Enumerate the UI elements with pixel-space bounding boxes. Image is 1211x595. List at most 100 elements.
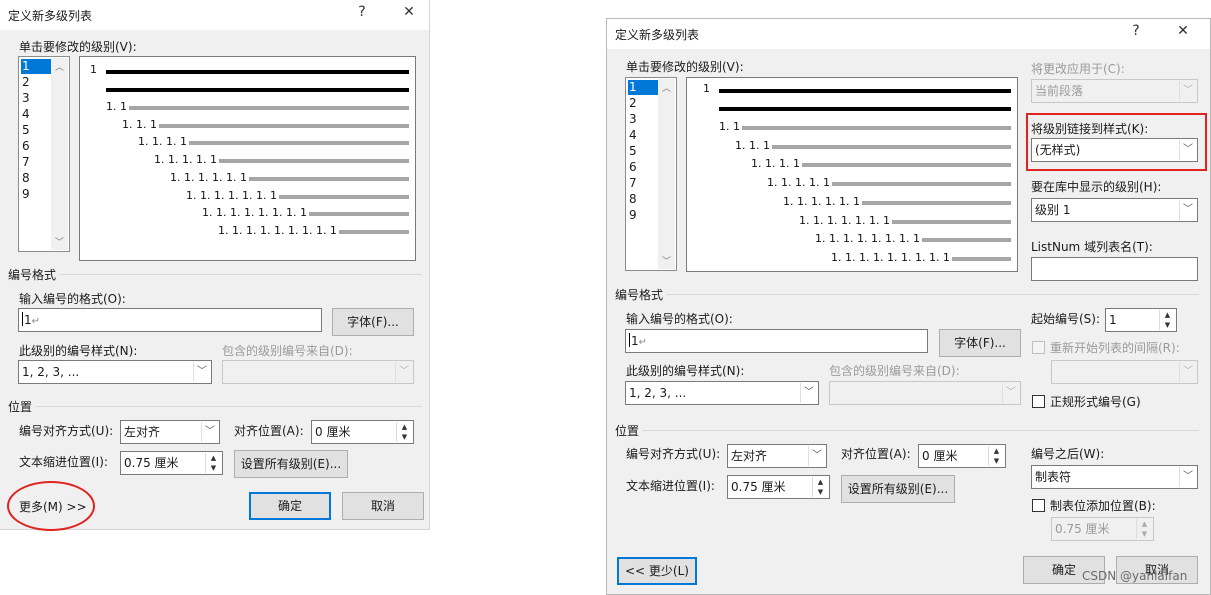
preview-level-number: 1. 1. 1. 1. 1 <box>767 176 830 190</box>
level-item[interactable]: 4 <box>628 128 659 143</box>
scroll-down-icon[interactable]: ﹀ <box>658 254 675 267</box>
chevron-down-icon[interactable]: ﹀ <box>800 383 817 403</box>
spin-up-icon[interactable]: ▲ <box>396 422 412 432</box>
level-item[interactable]: 2 <box>21 75 52 90</box>
gallery-level-select[interactable]: 级别 1 ﹀ <box>1031 198 1198 222</box>
position-section: 位置 <box>8 400 33 414</box>
close-icon[interactable]: ✕ <box>397 4 421 20</box>
level-item[interactable]: 3 <box>628 112 659 127</box>
level-item[interactable]: 1 <box>21 59 52 74</box>
level-item[interactable]: 9 <box>21 187 52 202</box>
include-level-label: 包含的级别编号来自(D): <box>222 344 353 358</box>
alignment-label: 编号对齐方式(U): <box>626 447 721 461</box>
aligned-at-spinner[interactable]: 0 厘米 ▲ ▼ <box>918 444 1006 468</box>
number-style-label: 此级别的编号样式(N): <box>19 344 138 358</box>
aligned-at-spinner[interactable]: 0 厘米 ▲ ▼ <box>311 420 414 444</box>
scroll-up-icon[interactable]: ︿ <box>658 81 675 94</box>
level-item[interactable]: 3 <box>21 91 52 106</box>
help-icon[interactable]: ? <box>350 4 374 20</box>
return-mark-icon: ↵ <box>31 316 41 327</box>
spin-up-icon[interactable]: ▲ <box>1159 310 1175 320</box>
number-style-select[interactable]: 1, 2, 3, ... ﹀ <box>625 381 819 405</box>
set-all-levels-button[interactable]: 设置所有级别(E)... <box>234 450 348 478</box>
level-item[interactable]: 5 <box>21 123 52 138</box>
level-item[interactable]: 7 <box>21 155 52 170</box>
preview-level-number: 1. 1. 1. 1. 1. 1. 1. 1 <box>815 232 920 246</box>
numbering-format-section: 编号格式 <box>8 268 57 282</box>
indent-spinner[interactable]: 0.75 厘米 ▲ ▼ <box>120 451 223 475</box>
font-button[interactable]: 字体(F)... <box>332 308 414 336</box>
level-item[interactable]: 7 <box>628 176 659 191</box>
level-item[interactable]: 5 <box>628 144 659 159</box>
level-item[interactable]: 9 <box>628 208 659 223</box>
preview-level-number: 1. 1. 1. 1. 1. 1 <box>783 194 860 208</box>
level-scrollbar[interactable]: ︿ ﹀ <box>658 79 675 269</box>
spin-up-icon[interactable]: ▲ <box>988 446 1004 456</box>
level-item[interactable]: 8 <box>628 192 659 207</box>
legal-style-checkbox[interactable] <box>1032 395 1045 408</box>
follow-number-select[interactable]: 制表符 ﹀ <box>1031 465 1198 489</box>
define-multilevel-list-dialog-compact: 定义新多级列表 ? ✕ 单击要修改的级别(V): 123456789 ︿ ﹀ 1… <box>0 0 430 531</box>
level-preview: 1 1. 1 1. 1. 1 1. 1. 1. 1 1. 1. 1. 1. 1 1. 1.… <box>79 56 416 261</box>
number-style-select[interactable]: 1, 2, 3, ... ﹀ <box>18 360 212 384</box>
close-icon[interactable]: ✕ <box>1171 23 1195 39</box>
preview-text-line <box>106 88 409 92</box>
level-item[interactable]: 6 <box>628 160 659 175</box>
number-format-input[interactable]: 1↵ <box>18 308 322 332</box>
font-button[interactable]: 字体(F)... <box>939 329 1021 357</box>
listnum-input[interactable] <box>1031 257 1198 281</box>
preview-text-line <box>106 70 409 74</box>
level-scrollbar[interactable]: ︿ ﹀ <box>51 58 68 250</box>
scroll-up-icon[interactable]: ︿ <box>51 60 68 73</box>
spin-down-icon[interactable]: ▼ <box>988 456 1004 466</box>
spin-down-icon[interactable]: ▼ <box>812 487 828 497</box>
start-at-spinner[interactable]: 1 ▲ ▼ <box>1105 308 1177 332</box>
level-listbox[interactable]: 123456789 ︿ ﹀ <box>625 77 677 271</box>
spin-down-icon[interactable]: ▼ <box>396 432 412 442</box>
spin-down-icon[interactable]: ▼ <box>1159 320 1175 330</box>
dialog-title: 定义新多级列表 <box>615 28 700 42</box>
preview-level-number: 1. 1. 1. 1. 1. 1. 1 <box>799 213 890 227</box>
preview-text-line <box>862 201 1011 205</box>
preview-text-line <box>802 163 1011 167</box>
chevron-down-icon: ﹀ <box>1002 383 1019 403</box>
preview-text-line <box>952 257 1011 261</box>
chevron-down-icon[interactable]: ﹀ <box>1179 200 1196 220</box>
follow-number-value: 制表符 <box>1035 470 1072 484</box>
format-label: 输入编号的格式(O): <box>19 292 126 306</box>
tab-stop-checkbox[interactable] <box>1032 499 1045 512</box>
preview-level-number: 1. 1. 1. 1. 1 <box>154 153 217 167</box>
divider <box>667 294 1199 295</box>
alignment-value: 左对齐 <box>124 425 161 439</box>
level-item[interactable]: 8 <box>21 171 52 186</box>
indent-spinner[interactable]: 0.75 厘米 ▲ ▼ <box>727 475 830 499</box>
level-item[interactable]: 1 <box>628 80 659 95</box>
preview-level-number: 1. 1. 1. 1 <box>751 157 800 171</box>
preview-level-number: 1. 1. 1. 1. 1. 1. 1. 1 <box>202 206 307 220</box>
help-icon[interactable]: ? <box>1124 23 1148 39</box>
alignment-select[interactable]: 左对齐 ﹀ <box>120 420 220 444</box>
alignment-select[interactable]: 左对齐 ﹀ <box>727 444 827 468</box>
cancel-button[interactable]: 取消 <box>342 492 424 520</box>
level-listbox[interactable]: 123456789 ︿ ﹀ <box>18 56 70 252</box>
spin-up-icon[interactable]: ▲ <box>812 477 828 487</box>
chevron-down-icon[interactable]: ﹀ <box>193 362 210 382</box>
number-format-input[interactable]: 1↵ <box>625 329 928 353</box>
start-at-label: 起始编号(S): <box>1031 312 1101 326</box>
ok-button[interactable]: 确定 <box>249 492 331 520</box>
spin-up-icon[interactable]: ▲ <box>205 453 221 463</box>
chevron-down-icon[interactable]: ﹀ <box>1179 467 1196 487</box>
level-item[interactable]: 4 <box>21 107 52 122</box>
level-item[interactable]: 6 <box>21 139 52 154</box>
annotation-circle <box>7 481 95 531</box>
less-button[interactable]: << 更少(L) <box>617 557 697 585</box>
text-cursor <box>22 312 23 326</box>
restart-list-checkbox <box>1032 341 1045 354</box>
spin-down-icon[interactable]: ▼ <box>205 463 221 473</box>
scroll-down-icon[interactable]: ﹀ <box>51 235 68 248</box>
level-item[interactable]: 2 <box>628 96 659 111</box>
chevron-down-icon[interactable]: ﹀ <box>201 422 218 442</box>
set-all-levels-button[interactable]: 设置所有级别(E)... <box>841 475 955 503</box>
preview-text-line <box>249 177 409 181</box>
chevron-down-icon[interactable]: ﹀ <box>808 446 825 466</box>
